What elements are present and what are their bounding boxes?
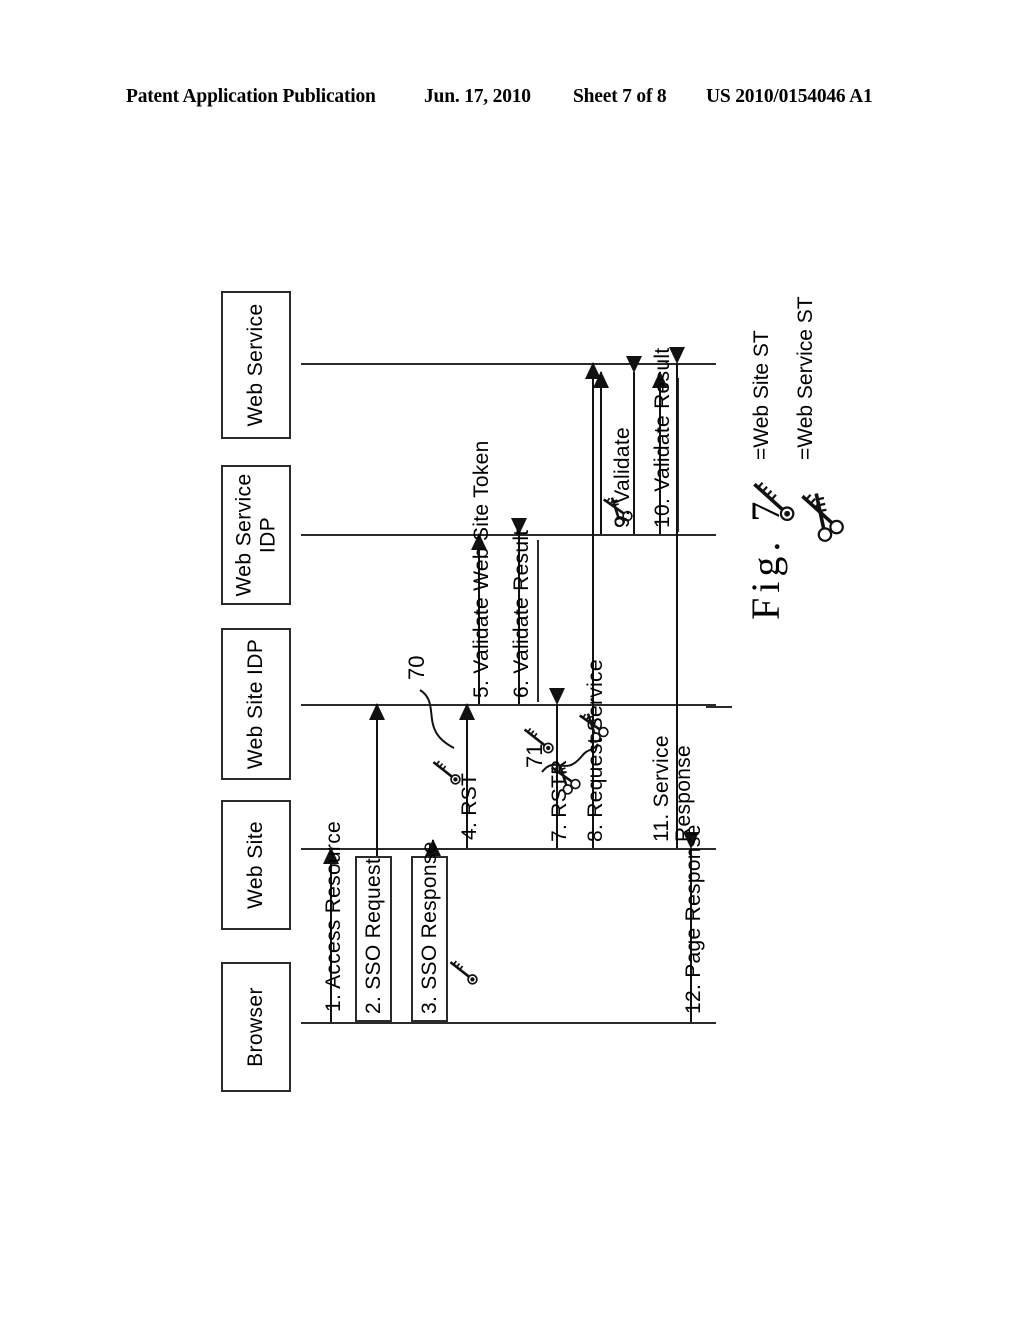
participant-label-line1: Web Service xyxy=(232,473,256,597)
participant-label-web-service: Web Service xyxy=(244,303,268,427)
reference-numeral-70: 70 xyxy=(404,655,429,680)
participant-box-web-site-idp: Web Site IDP xyxy=(221,628,291,780)
message-10-label: 10. Validate Result xyxy=(651,347,674,528)
legend-keys-icon xyxy=(801,493,844,542)
message-1-label: 1. Access Resource xyxy=(322,821,345,1012)
lifeline-web-site-idp xyxy=(301,704,716,706)
participant-label-web-service-idp: Web Service IDP xyxy=(232,473,279,596)
participant-box-web-site: Web Site xyxy=(221,800,291,930)
lifeline-web-site xyxy=(301,848,716,850)
message-5-label: 5. Validate Web Site Token xyxy=(470,440,493,698)
key-icon-message-3 xyxy=(449,960,478,985)
message-12-label: 12. Page Response xyxy=(682,824,705,1014)
figure-7-sequence-diagram: Web Service Web Service IDP Web Site IDP… xyxy=(0,0,1024,1320)
participant-box-browser: Browser xyxy=(221,962,291,1092)
participant-box-web-service: Web Service xyxy=(221,291,291,439)
lifeline-browser xyxy=(301,1022,716,1024)
keys-icon-message-7 xyxy=(550,765,581,795)
legend-label-web-site-st: =Web Site ST xyxy=(750,330,773,460)
message-3-label: 3. SSO Response xyxy=(418,841,441,1014)
message-2-label: 2. SSO Request xyxy=(362,858,385,1014)
leader-line-70 xyxy=(419,689,455,749)
message-11-label-line1: 11. Service xyxy=(650,735,673,842)
lifeline-web-service-idp xyxy=(301,534,716,536)
participant-label-browser: Browser xyxy=(244,987,268,1067)
message-6-label: 6. Validate Result xyxy=(510,529,533,698)
message-6-underline xyxy=(537,540,539,702)
figure-caption: Fig. 7 xyxy=(743,496,788,620)
participant-label-line2: IDP xyxy=(256,516,279,554)
message-8-label: 8. Request Service xyxy=(584,659,607,842)
keys-icon-message-8 xyxy=(578,713,609,743)
legend-divider-dash xyxy=(706,706,732,708)
legend-label-web-service-st: =Web Service ST xyxy=(794,296,817,460)
keys-icon-message-9 xyxy=(602,497,633,527)
participant-label-web-site: Web Site xyxy=(244,820,268,910)
participant-box-web-service-idp: Web Service IDP xyxy=(221,465,291,605)
participant-label-web-site-idp: Web Site IDP xyxy=(244,638,268,770)
